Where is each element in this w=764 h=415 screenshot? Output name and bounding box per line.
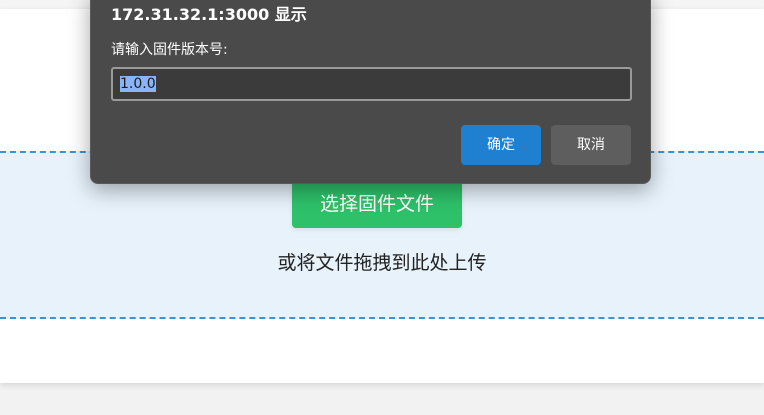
select-firmware-button[interactable]: 选择固件文件 (292, 180, 462, 228)
dialog-message: 请输入固件版本号: (111, 42, 228, 58)
cancel-button[interactable]: 取消 (551, 125, 631, 165)
prompt-dialog: 172.31.32.1:3000 显示 请输入固件版本号: 1.0.0 确定 取… (90, 0, 651, 184)
firmware-version-value: 1.0.0 (120, 76, 156, 92)
firmware-version-input[interactable]: 1.0.0 (111, 67, 632, 101)
ok-button[interactable]: 确定 (461, 125, 541, 165)
dialog-title: 172.31.32.1:3000 显示 (111, 5, 307, 24)
drag-drop-hint: 或将文件拖拽到此处上传 (277, 252, 487, 274)
